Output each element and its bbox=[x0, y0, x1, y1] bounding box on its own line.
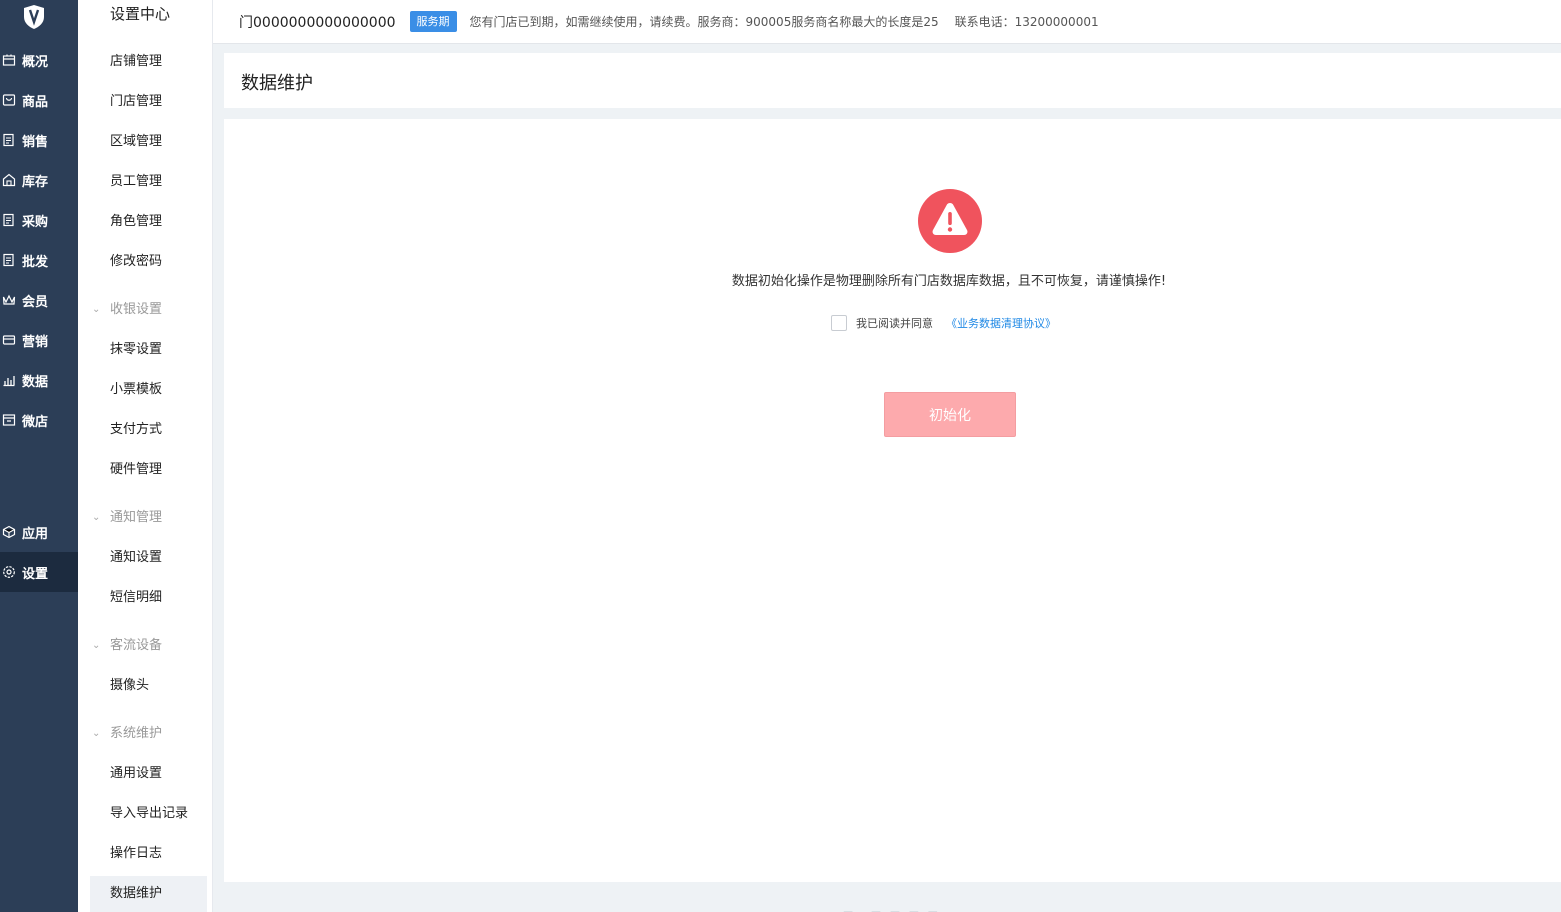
sidebar-item-change-password[interactable]: 修改密码 bbox=[90, 244, 207, 280]
data-icon bbox=[3, 376, 15, 387]
nav-item-label: 应用 bbox=[22, 526, 49, 542]
sidebar-item-branch-manage[interactable]: 门店管理 bbox=[90, 84, 207, 120]
store-name[interactable]: 门0000000000000000 bbox=[239, 12, 396, 32]
sidebar-item-sms-details[interactable]: 短信明细 bbox=[90, 580, 207, 616]
overview-icon bbox=[2, 54, 16, 66]
nav-item-marketing[interactable]: 营销 bbox=[0, 320, 78, 360]
nav-item-label: 库存 bbox=[22, 174, 49, 190]
nav-item-label: 数据 bbox=[22, 374, 49, 390]
nav-item-label: 微店 bbox=[22, 414, 49, 430]
nav-item-goods[interactable]: 商品 bbox=[0, 80, 78, 120]
sidebar-group-label: 系统维护 bbox=[110, 726, 163, 741]
warning-message: 数据初始化操作是物理删除所有门店数据库数据，且不可恢复，请谨慎操作! bbox=[731, 274, 1167, 289]
nav-item-sales[interactable]: 销售 bbox=[0, 120, 78, 160]
expiry-notice: 您有门店已到期，如需继续使用，请续费。服务商：900005服务商名称最大的长度是… bbox=[469, 15, 939, 29]
nav-item-label: 销售 bbox=[22, 134, 49, 150]
sidebar-item-data-maintenance[interactable]: 数据维护 bbox=[90, 876, 207, 912]
nav-item-wholesale[interactable]: 批发 bbox=[0, 240, 78, 280]
agreement-row: 我已阅读并同意 《业务数据清理协议》 bbox=[831, 314, 1056, 332]
sidebar-group-label: 收银设置 bbox=[110, 302, 163, 317]
sidebar-item-payment-methods[interactable]: 支付方式 bbox=[90, 412, 207, 448]
nav-item-label: 商品 bbox=[22, 94, 49, 110]
secondary-nav-title: 设置中心 bbox=[110, 5, 171, 23]
sidebar-item-rounding[interactable]: 抹零设置 bbox=[90, 332, 207, 368]
nav-item-apps[interactable]: 应用 bbox=[0, 512, 78, 552]
warning-icon bbox=[918, 189, 982, 253]
settings-icon bbox=[3, 566, 15, 578]
sidebar-item-operation-log[interactable]: 操作日志 bbox=[90, 836, 207, 872]
content-card: 数据初始化操作是物理删除所有门店数据库数据，且不可恢复，请谨慎操作! 我已阅读并… bbox=[224, 119, 1561, 882]
sidebar-item-store-manage[interactable]: 店铺管理 bbox=[90, 44, 207, 80]
secondary-nav: 设置中心 店铺管理 门店管理 区域管理 员工管理 角色管理 修改密码 ⌄ 收银设… bbox=[78, 0, 213, 912]
sidebar-group-traffic-devices[interactable]: ⌄ 客流设备 bbox=[90, 632, 207, 660]
inventory-icon bbox=[2, 173, 16, 187]
sidebar-group-label: 客流设备 bbox=[110, 638, 163, 653]
sidebar-item-receipt-template[interactable]: 小票模板 bbox=[90, 372, 207, 408]
chevron-down-icon: ⌄ bbox=[92, 512, 101, 523]
sidebar-group-notification[interactable]: ⌄ 通知管理 bbox=[90, 504, 207, 532]
page-title: 数据维护 bbox=[241, 73, 313, 94]
nav-item-label: 会员 bbox=[22, 294, 49, 310]
primary-nav: 概况 商品 销售 库存 采购 批发 会员 营销 数据 微店 应用 设置 bbox=[0, 0, 78, 912]
footer-watermark: ▖ ▖▖▖▖ bbox=[844, 900, 948, 912]
nav-item-label: 采购 bbox=[22, 214, 49, 230]
purchase-icon bbox=[3, 213, 14, 227]
footer: ▖ ▖▖▖▖ bbox=[224, 882, 1561, 912]
sidebar-item-general-settings[interactable]: 通用设置 bbox=[90, 756, 207, 792]
nav-item-inventory[interactable]: 库存 bbox=[0, 160, 78, 200]
sidebar-group-cashier[interactable]: ⌄ 收银设置 bbox=[90, 296, 207, 324]
nav-item-label: 概况 bbox=[22, 54, 49, 70]
wholesale-icon bbox=[3, 253, 14, 267]
member-icon bbox=[2, 294, 16, 305]
sidebar-item-staff-manage[interactable]: 员工管理 bbox=[90, 164, 207, 200]
sales-icon bbox=[3, 133, 14, 147]
sidebar-item-region-manage[interactable]: 区域管理 bbox=[90, 124, 207, 160]
agree-label: 我已阅读并同意 bbox=[856, 317, 933, 330]
service-period-badge: 服务期 bbox=[409, 11, 457, 32]
chevron-down-icon: ⌄ bbox=[92, 304, 101, 315]
nav-item-label: 营销 bbox=[22, 334, 49, 350]
microstore-icon bbox=[2, 414, 16, 426]
marketing-icon bbox=[2, 335, 16, 345]
sidebar-item-import-export-log[interactable]: 导入导出记录 bbox=[90, 796, 207, 832]
top-bar: 门0000000000000000 服务期 您有门店已到期，如需继续使用，请续费… bbox=[213, 0, 1561, 44]
apps-icon bbox=[2, 525, 16, 539]
sidebar-item-notification-settings[interactable]: 通知设置 bbox=[90, 540, 207, 576]
nav-item-label: 设置 bbox=[22, 566, 49, 582]
nav-item-member[interactable]: 会员 bbox=[0, 280, 78, 320]
nav-item-purchase[interactable]: 采购 bbox=[0, 200, 78, 240]
nav-item-microstore[interactable]: 微店 bbox=[0, 400, 78, 440]
sidebar-item-camera[interactable]: 摄像头 bbox=[90, 668, 207, 704]
nav-item-data[interactable]: 数据 bbox=[0, 360, 78, 400]
sidebar-group-label: 通知管理 bbox=[110, 510, 163, 525]
sidebar-item-role-manage[interactable]: 角色管理 bbox=[90, 204, 207, 240]
sidebar-group-system-maintenance[interactable]: ⌄ 系统维护 bbox=[90, 720, 207, 748]
page-header: 数据维护 bbox=[224, 53, 1561, 108]
sidebar-item-hardware[interactable]: 硬件管理 bbox=[90, 452, 207, 488]
nav-item-overview[interactable]: 概况 bbox=[0, 40, 78, 80]
agreement-link[interactable]: 《业务数据清理协议》 bbox=[946, 315, 1056, 331]
agree-checkbox[interactable] bbox=[831, 315, 847, 331]
logo-icon bbox=[24, 5, 44, 29]
nav-item-label: 批发 bbox=[22, 254, 49, 270]
chevron-down-icon: ⌄ bbox=[92, 728, 101, 739]
nav-item-settings[interactable]: 设置 bbox=[0, 552, 78, 592]
chevron-down-icon: ⌄ bbox=[92, 640, 101, 651]
goods-icon bbox=[2, 94, 16, 106]
contact-phone: 联系电话：13200000001 bbox=[954, 15, 1099, 29]
initialize-button[interactable]: 初始化 bbox=[884, 392, 1016, 437]
